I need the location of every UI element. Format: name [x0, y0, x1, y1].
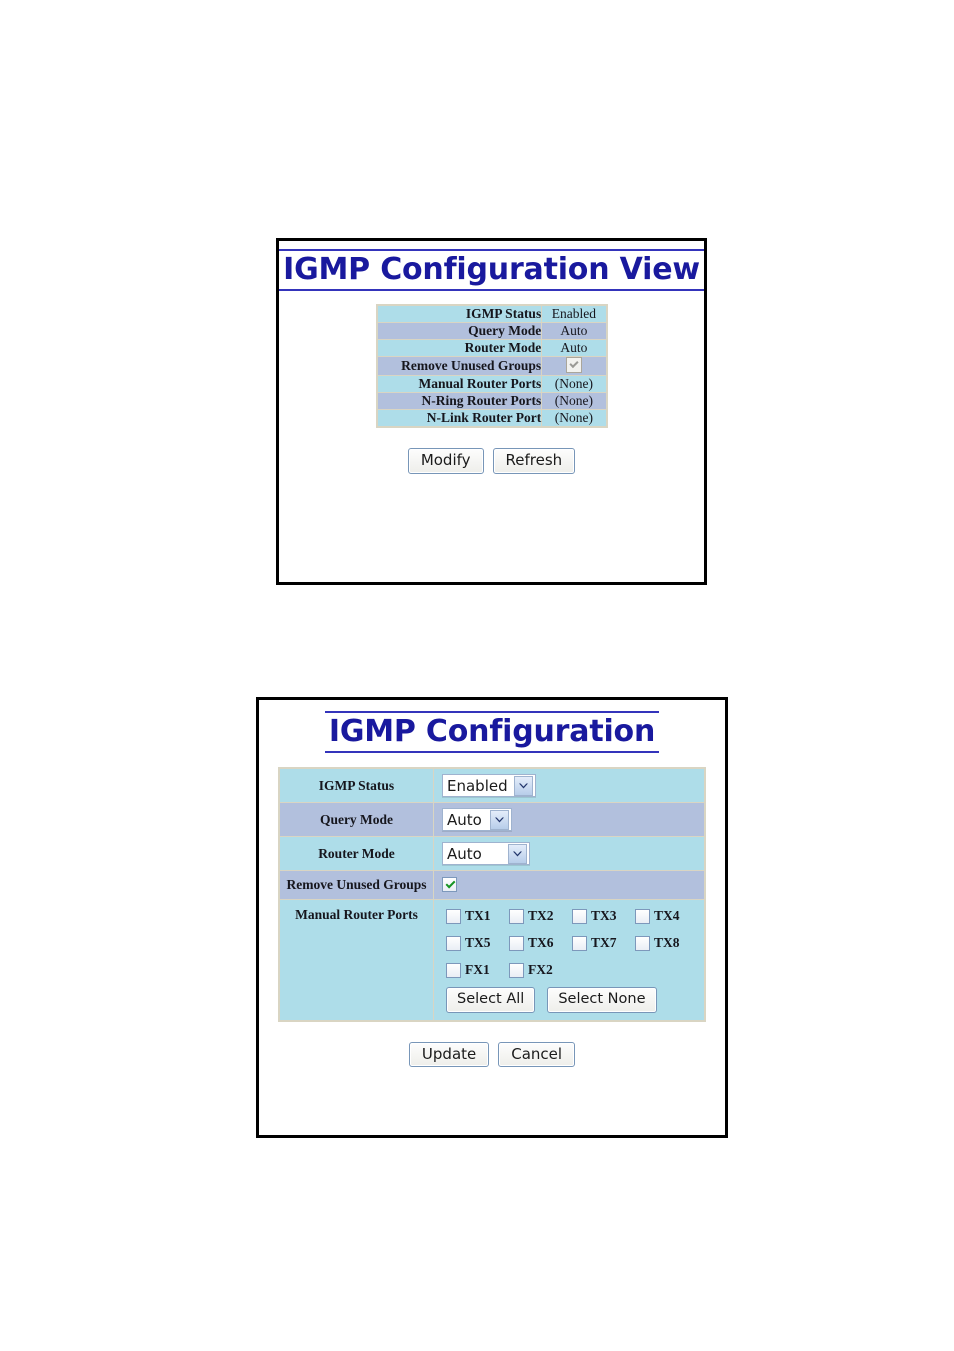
chevron-down-icon	[514, 775, 533, 796]
page-title-config-text: IGMP Configuration	[324, 711, 660, 754]
row-label-n-link-router-port: N-Link Router Port	[375, 409, 543, 428]
checkbox-checked-readonly-icon	[565, 357, 582, 374]
row-label-remove-unused-groups: Remove Unused Groups	[375, 356, 543, 377]
igmp-configuration-form-table: IGMP Status Enabled Query Mode Auto Rout…	[278, 767, 706, 1022]
row-value-n-link-router-port: (None)	[541, 409, 607, 428]
checkbox-icon[interactable]	[572, 935, 587, 951]
field-cell-router-mode: Auto	[433, 836, 706, 872]
row-label-query-mode: Query Mode	[375, 322, 543, 341]
row-label-router-mode: Router Mode	[375, 339, 543, 358]
row-value-router-mode: Auto	[541, 339, 607, 358]
table-row: Manual Router Ports (None)	[375, 375, 607, 394]
config-table-container: IGMP Status Enabled Query Mode Auto Rout…	[259, 767, 725, 1022]
page-title-config: IGMP Configuration	[259, 711, 725, 754]
ports-button-bar: Select All Select None	[446, 987, 698, 1013]
row-value-remove-unused-groups	[541, 356, 607, 377]
table-row: Remove Unused Groups	[375, 356, 607, 377]
row-label-igmp-status: IGMP Status	[375, 304, 543, 324]
port-label: TX2	[528, 908, 554, 924]
row-value-manual-router-ports: (None)	[541, 375, 607, 394]
cancel-button[interactable]: Cancel	[498, 1041, 576, 1068]
port-label: FX2	[528, 962, 553, 978]
checkbox-icon[interactable]	[509, 908, 524, 924]
port-label: TX4	[654, 908, 680, 924]
igmp-configuration-view-panel: IGMP Configuration View IGMP Status Enab…	[276, 238, 707, 585]
select-none-button[interactable]: Select None	[547, 987, 657, 1013]
port-checkbox-tx8[interactable]: TX8	[635, 935, 698, 951]
port-checkbox-tx6[interactable]: TX6	[509, 935, 572, 951]
field-cell-igmp-status: Enabled	[433, 767, 706, 804]
port-label: TX7	[591, 935, 617, 951]
igmp-status-select-value: Enabled	[447, 776, 508, 795]
port-label: TX8	[654, 935, 680, 951]
port-checkbox-tx3[interactable]: TX3	[572, 908, 635, 924]
table-row: N-Ring Router Ports (None)	[375, 392, 607, 411]
config-button-bar: Update Cancel	[259, 1041, 725, 1068]
query-mode-select[interactable]: Auto	[442, 808, 512, 832]
form-row-manual-router-ports: Manual Router Ports TX1 TX2 TX3 TX4 TX5 …	[278, 899, 706, 1022]
select-all-button[interactable]: Select All	[446, 987, 536, 1013]
row-value-igmp-status: Enabled	[541, 304, 607, 324]
checkbox-icon[interactable]	[446, 908, 461, 924]
chevron-down-icon	[490, 809, 509, 830]
page-title-view-text: IGMP Configuration View	[279, 249, 704, 292]
port-checkbox-fx1[interactable]: FX1	[446, 962, 509, 978]
row-label-manual-router-ports: Manual Router Ports	[375, 375, 543, 394]
remove-unused-groups-checkbox[interactable]	[442, 877, 457, 893]
view-button-bar: Modify Refresh	[279, 448, 704, 475]
page-title-view: IGMP Configuration View	[279, 249, 704, 292]
field-label-igmp-status: IGMP Status	[278, 767, 434, 804]
checkbox-icon[interactable]	[446, 962, 461, 978]
field-cell-query-mode: Auto	[433, 802, 706, 838]
port-label: TX3	[591, 908, 617, 924]
port-checkbox-tx2[interactable]: TX2	[509, 908, 572, 924]
port-label: FX1	[465, 962, 490, 978]
port-checkbox-tx7[interactable]: TX7	[572, 935, 635, 951]
manual-router-ports-grid: TX1 TX2 TX3 TX4 TX5 TX6 TX7 TX8 FX1 FX2	[446, 908, 698, 978]
igmp-status-table: IGMP Status Enabled Query Mode Auto Rout…	[375, 304, 608, 429]
row-label-n-ring-router-ports: N-Ring Router Ports	[375, 392, 543, 411]
update-button[interactable]: Update	[408, 1041, 490, 1068]
query-mode-select-value: Auto	[447, 810, 482, 829]
view-table-container: IGMP Status Enabled Query Mode Auto Rout…	[279, 304, 704, 429]
field-label-manual-router-ports: Manual Router Ports	[278, 899, 434, 1022]
field-cell-remove-unused-groups	[433, 870, 706, 901]
port-label: TX5	[465, 935, 491, 951]
form-row-igmp-status: IGMP Status Enabled	[278, 767, 706, 804]
router-mode-select[interactable]: Auto	[442, 842, 530, 866]
router-mode-select-value: Auto	[447, 844, 482, 863]
table-row: Query Mode Auto	[375, 322, 607, 341]
modify-button[interactable]: Modify	[407, 448, 484, 475]
igmp-status-select[interactable]: Enabled	[442, 774, 536, 798]
checkbox-icon[interactable]	[635, 935, 650, 951]
checkbox-icon[interactable]	[572, 908, 587, 924]
refresh-button[interactable]: Refresh	[492, 448, 576, 475]
port-checkbox-fx2[interactable]: FX2	[509, 962, 572, 978]
table-row: IGMP Status Enabled	[375, 304, 607, 324]
port-label: TX1	[465, 908, 491, 924]
form-row-query-mode: Query Mode Auto	[278, 802, 706, 838]
checkbox-icon[interactable]	[446, 935, 461, 951]
table-row: N-Link Router Port (None)	[375, 409, 607, 428]
checkbox-icon[interactable]	[509, 962, 524, 978]
checkbox-icon[interactable]	[635, 908, 650, 924]
port-label: TX6	[528, 935, 554, 951]
chevron-down-icon	[508, 843, 527, 864]
row-value-n-ring-router-ports: (None)	[541, 392, 607, 411]
row-value-query-mode: Auto	[541, 322, 607, 341]
field-label-query-mode: Query Mode	[278, 802, 434, 838]
port-checkbox-tx4[interactable]: TX4	[635, 908, 698, 924]
checkbox-icon[interactable]	[509, 935, 524, 951]
port-checkbox-tx5[interactable]: TX5	[446, 935, 509, 951]
field-cell-manual-router-ports: TX1 TX2 TX3 TX4 TX5 TX6 TX7 TX8 FX1 FX2 …	[433, 899, 706, 1022]
table-row: Router Mode Auto	[375, 339, 607, 358]
igmp-configuration-panel: IGMP Configuration IGMP Status Enabled Q…	[256, 697, 728, 1138]
form-row-router-mode: Router Mode Auto	[278, 836, 706, 872]
field-label-remove-unused-groups: Remove Unused Groups	[278, 870, 434, 901]
port-checkbox-tx1[interactable]: TX1	[446, 908, 509, 924]
field-label-router-mode: Router Mode	[278, 836, 434, 872]
form-row-remove-unused-groups: Remove Unused Groups	[278, 870, 706, 901]
